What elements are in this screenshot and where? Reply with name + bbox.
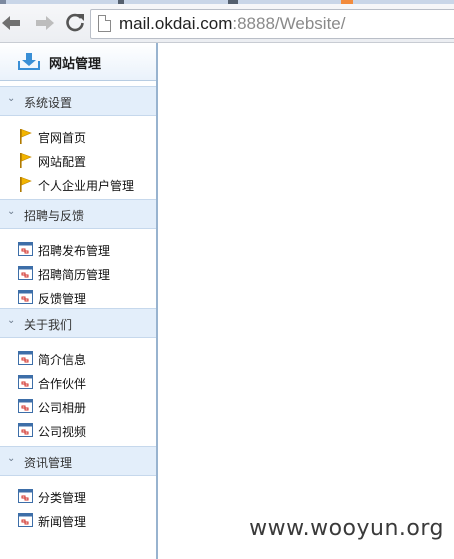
window-icon [18, 350, 33, 366]
chevron-down-icon: ⌄ [7, 206, 16, 217]
flag-icon [18, 152, 33, 168]
reload-button[interactable] [64, 12, 86, 34]
nav-item-label: 简介信息 [38, 353, 87, 367]
nav-item[interactable]: 反馈管理 [0, 285, 156, 309]
nav-section: ⌄ 系统设置官网首页网站配置个人企业用户管理 [0, 86, 156, 196]
nav-section-header[interactable]: ⌄ 关于我们 [0, 308, 156, 338]
window-icon [18, 241, 33, 257]
url-text: mail.okdai.com:8888/Website/ [119, 13, 345, 35]
window-icon [18, 289, 33, 305]
flag-icon [18, 128, 33, 144]
sidebar-header: 网站管理 [0, 43, 156, 81]
forward-button[interactable] [34, 12, 56, 34]
nav-section-header[interactable]: ⌄ 系统设置 [0, 86, 156, 116]
url-host: mail.okdai.com [119, 14, 233, 33]
nav-item[interactable]: 公司视频 [0, 418, 156, 442]
nav-section-label: 招聘与反馈 [24, 209, 85, 223]
nav-item[interactable]: 公司相册 [0, 394, 156, 418]
page-icon [98, 15, 111, 32]
nav-item[interactable]: 个人企业用户管理 [0, 172, 156, 196]
arrow-left-icon [2, 16, 20, 30]
nav-item-label: 招聘发布管理 [38, 244, 111, 258]
chevron-down-icon: ⌄ [7, 315, 16, 326]
window-icon [18, 512, 33, 528]
arrow-right-icon [36, 16, 54, 30]
address-bar[interactable]: mail.okdai.com:8888/Website/ [90, 9, 454, 39]
nav-section: ⌄ 资讯管理分类管理新闻管理 [0, 446, 156, 532]
nav-item[interactable]: 官网首页 [0, 124, 156, 148]
back-button[interactable] [0, 12, 22, 34]
window-icon [18, 374, 33, 390]
reload-icon [66, 13, 84, 32]
nav-item-label: 个人企业用户管理 [38, 179, 135, 193]
nav-item-label: 官网首页 [38, 131, 87, 145]
download-icon [18, 53, 40, 70]
nav-item-label: 反馈管理 [38, 292, 87, 306]
nav-item[interactable]: 分类管理 [0, 484, 156, 508]
window-icon [18, 488, 33, 504]
sidebar-title: 网站管理 [49, 57, 102, 72]
nav-section-label: 关于我们 [24, 318, 73, 332]
watermark: www.wooyun.org [249, 516, 444, 541]
nav-section-header[interactable]: ⌄ 招聘与反馈 [0, 199, 156, 229]
flag-icon [18, 176, 33, 192]
nav-item-label: 公司视频 [38, 425, 87, 439]
window-icon [18, 398, 33, 414]
nav-item[interactable]: 招聘发布管理 [0, 237, 156, 261]
nav-section: ⌄ 招聘与反馈招聘发布管理 招聘简历管理 反馈管理 [0, 199, 156, 309]
window-icon [18, 422, 33, 438]
nav-item-label: 招聘简历管理 [38, 268, 111, 282]
nav-item-label: 网站配置 [38, 155, 87, 169]
left-nav-frame: 网站管理 ⌄ 系统设置 官网首页 网站配置 个人企业用户管理 ⌄ 招聘与反馈 招聘发布管理 招聘… [0, 43, 158, 559]
nav-item[interactable]: 新闻管理 [0, 508, 156, 532]
nav-item-label: 新闻管理 [38, 515, 87, 529]
nav-item-label: 合作伙伴 [38, 377, 87, 391]
nav-item[interactable]: 网站配置 [0, 148, 156, 172]
browser-toolbar: mail.okdai.com:8888/Website/ [0, 4, 454, 43]
window-icon [18, 265, 33, 281]
nav-section-label: 系统设置 [24, 96, 73, 110]
nav-item[interactable]: 合作伙伴 [0, 370, 156, 394]
nav-item-label: 公司相册 [38, 401, 87, 415]
url-path: :8888/Website/ [232, 14, 346, 33]
nav-item-label: 分类管理 [38, 491, 87, 505]
chevron-down-icon: ⌄ [7, 453, 16, 464]
nav-section: ⌄ 关于我们简介信息合作伙伴公司相册公司视频 [0, 308, 156, 442]
nav-item[interactable]: 招聘简历管理 [0, 261, 156, 285]
nav-item[interactable]: 简介信息 [0, 346, 156, 370]
chevron-down-icon: ⌄ [7, 93, 16, 104]
nav-section-label: 资讯管理 [24, 456, 73, 470]
nav-section-header[interactable]: ⌄ 资讯管理 [0, 446, 156, 476]
